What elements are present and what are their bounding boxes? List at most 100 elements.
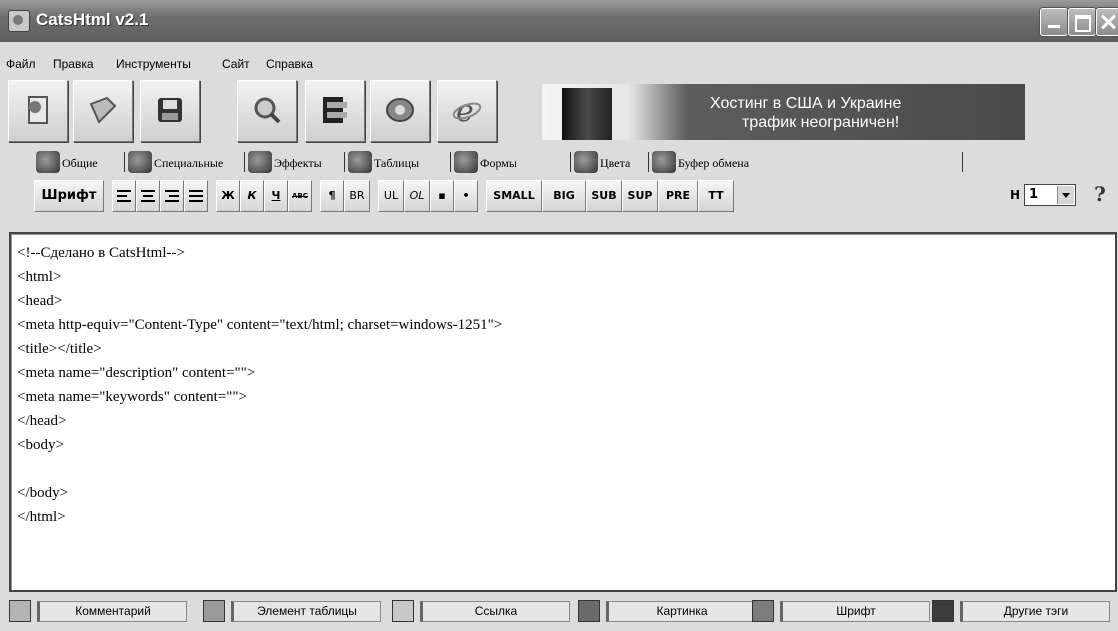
strikethrough-button[interactable]: ABC xyxy=(288,180,312,212)
menu-help[interactable]: Справка xyxy=(266,57,313,71)
pre-button[interactable]: PRE xyxy=(658,180,698,212)
color-swatch[interactable] xyxy=(932,600,954,622)
tables-icon xyxy=(348,151,372,173)
preview-button[interactable] xyxy=(370,80,430,142)
preview-icon xyxy=(386,98,414,122)
square-bullet-button[interactable]: ▪ xyxy=(430,180,454,212)
banner-line-2: трафик неограничен! xyxy=(742,114,900,131)
color-swatch[interactable] xyxy=(203,600,225,622)
help-button[interactable]: ? xyxy=(1088,182,1112,208)
align-left-button[interactable] xyxy=(112,180,136,212)
editor-line: <meta name="keywords" content=""> xyxy=(17,389,247,405)
color-swatch[interactable] xyxy=(752,600,774,622)
round-bullet-button[interactable]: • xyxy=(454,180,478,212)
legend-label: Комментарий xyxy=(37,601,187,622)
ul-button[interactable]: UL xyxy=(378,180,404,212)
ad-banner[interactable]: Хостинг в США и Украине трафик неогранич… xyxy=(542,84,1025,140)
open-icon xyxy=(89,96,117,124)
general-icon xyxy=(36,151,60,173)
app-window: CatsHtml v2.1 Файл Правка Инструменты Са… xyxy=(0,0,1118,631)
menu-file[interactable]: Файл xyxy=(6,57,36,71)
tab-divider xyxy=(344,152,345,172)
special-icon xyxy=(128,151,152,173)
clipboard-icon xyxy=(652,151,676,173)
tab-divider xyxy=(244,152,245,172)
legend-label: Другие тэги xyxy=(960,601,1110,622)
new-file-button[interactable] xyxy=(8,80,68,142)
tab-label: Общие xyxy=(62,156,98,170)
tab-divider xyxy=(962,152,963,172)
open-file-button[interactable] xyxy=(73,80,133,142)
sup-button[interactable]: SUP xyxy=(622,180,658,212)
paragraph-button[interactable]: ¶ xyxy=(320,180,344,212)
tab-divider xyxy=(570,152,571,172)
menu-tools[interactable]: Инструменты xyxy=(116,57,191,71)
legend-label: Картинка xyxy=(606,601,756,622)
tab-divider xyxy=(648,152,649,172)
tab-divider xyxy=(124,152,125,172)
editor-line: <!--Сделано в CatsHtml--> xyxy=(17,245,185,261)
new-icon xyxy=(28,96,48,124)
color-swatch[interactable] xyxy=(392,600,414,622)
heading-selector[interactable]: H 1 xyxy=(1010,182,1076,208)
legend-other-tags[interactable]: Другие тэги xyxy=(932,600,1112,622)
tt-button[interactable]: TT xyxy=(698,180,734,212)
big-button[interactable]: BIG xyxy=(542,180,586,212)
colors-icon xyxy=(574,151,598,173)
effects-icon xyxy=(248,151,272,173)
heading-value: 1 xyxy=(1029,187,1039,202)
app-icon[interactable] xyxy=(8,10,30,32)
align-right-button[interactable] xyxy=(160,180,184,212)
align-center-button[interactable] xyxy=(136,180,160,212)
br-button[interactable]: BR xyxy=(344,180,370,212)
font-button[interactable]: Шрифт xyxy=(34,180,104,212)
ol-button[interactable]: OL xyxy=(404,180,430,212)
legend-label: Ссылка xyxy=(420,601,570,622)
tab-label: Формы xyxy=(480,156,517,170)
color-swatch[interactable] xyxy=(9,600,31,622)
tab-label: Специальные xyxy=(154,156,224,170)
italic-button[interactable]: К xyxy=(240,180,264,212)
code-editor[interactable]: <!--Сделано в CatsHtml--> <html> <head> … xyxy=(9,232,1117,592)
browser-icon: e xyxy=(452,94,482,126)
insert-button[interactable] xyxy=(305,80,365,142)
find-button[interactable] xyxy=(237,80,297,142)
tab-label: Буфер обмена xyxy=(678,156,750,170)
editor-line: <html> xyxy=(17,269,62,285)
editor-line: <meta name="description" content=""> xyxy=(17,365,256,381)
maximize-button[interactable] xyxy=(1068,8,1096,36)
title-bar: CatsHtml v2.1 xyxy=(0,0,1118,42)
close-button[interactable] xyxy=(1096,8,1118,36)
legend-label: Элемент таблицы xyxy=(231,601,381,622)
browser-button[interactable]: e xyxy=(437,80,497,142)
editor-line: </html> xyxy=(17,509,66,525)
window-title: CatsHtml v2.1 xyxy=(36,10,149,29)
underline-button[interactable]: Ч xyxy=(264,180,288,212)
menu-edit[interactable]: Правка xyxy=(53,57,94,71)
legend-font[interactable]: Шрифт xyxy=(752,600,932,622)
tab-label: Цвета xyxy=(600,156,631,170)
menu-site[interactable]: Сайт xyxy=(222,57,250,71)
tab-divider xyxy=(450,152,451,172)
legend-image[interactable]: Картинка xyxy=(578,600,758,622)
minimize-button[interactable] xyxy=(1040,8,1068,36)
banner-line-1: Хостинг в США и Украине xyxy=(710,95,902,112)
editor-line: <head> xyxy=(17,293,63,309)
tab-label: Таблицы xyxy=(374,156,420,170)
color-swatch[interactable] xyxy=(578,600,600,622)
building-image xyxy=(562,88,612,140)
bold-button[interactable]: Ж xyxy=(216,180,240,212)
sub-button[interactable]: SUB xyxy=(586,180,622,212)
small-button[interactable]: SMALL xyxy=(486,180,542,212)
editor-line: <meta http-equiv="Content-Type" content=… xyxy=(17,317,503,333)
heading-dropdown[interactable]: 1 xyxy=(1024,184,1076,206)
legend-link[interactable]: Ссылка xyxy=(392,600,572,622)
legend-table-element[interactable]: Элемент таблицы xyxy=(203,600,383,622)
forms-icon xyxy=(454,151,478,173)
save-button[interactable] xyxy=(140,80,200,142)
legend-comment[interactable]: Комментарий xyxy=(9,600,189,622)
align-justify-icon xyxy=(189,190,203,202)
align-right-icon xyxy=(165,190,179,202)
align-justify-button[interactable] xyxy=(184,180,208,212)
chevron-down-icon[interactable] xyxy=(1057,186,1074,204)
